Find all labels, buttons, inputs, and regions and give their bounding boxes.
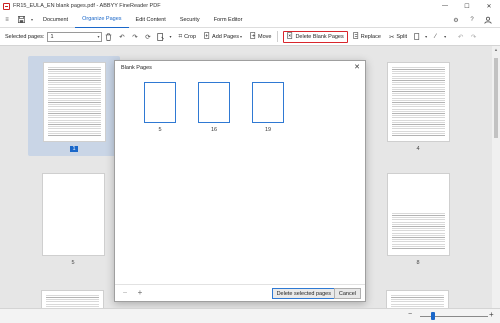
menu-icon[interactable]: ≡: [0, 14, 14, 26]
page-number: 8: [416, 260, 420, 266]
move-button[interactable]: Move: [247, 31, 274, 43]
chevron-down-icon[interactable]: ▾: [442, 31, 448, 43]
page-number: 5: [71, 260, 75, 266]
page-thumbnail-partial[interactable]: [41, 290, 104, 308]
tab-document[interactable]: Document: [36, 12, 75, 28]
blank-page-item[interactable]: 16: [198, 82, 230, 133]
blank-page-number: 5: [158, 127, 162, 133]
replace-page-icon: [353, 32, 359, 41]
split-label: Split: [396, 33, 408, 40]
page-thumbnail[interactable]: 4: [382, 62, 454, 152]
title-bar: FR15_EULA_EN blank pages.pdf - ABBYY Fin…: [0, 0, 500, 12]
blank-page-image: [144, 82, 176, 123]
selected-pages-value: 1: [50, 33, 54, 40]
delete-blank-pages-button[interactable]: Delete Blank Pages: [283, 30, 348, 43]
minimize-button[interactable]: —: [434, 0, 456, 12]
replace-label: Replace: [360, 33, 381, 40]
account-icon[interactable]: [482, 14, 494, 26]
crop-label: Crop: [184, 33, 197, 40]
scissors-icon: ✂: [388, 33, 395, 41]
delete-trash-icon[interactable]: [102, 31, 115, 43]
maximize-button[interactable]: ☐: [456, 0, 478, 12]
scrollbar-thumb[interactable]: [494, 58, 498, 138]
save-icon[interactable]: [14, 14, 28, 26]
dialog-footer: − + Delete selected pages Cancel: [115, 284, 365, 301]
page-image: [41, 173, 105, 256]
vertical-scrollbar[interactable]: ▲: [492, 46, 500, 308]
window-title: FR15_EULA_EN blank pages.pdf - ABBYY Fin…: [13, 3, 161, 9]
rotate-left-icon[interactable]: ↶: [115, 31, 128, 43]
zoom-out-button[interactable]: −: [120, 288, 130, 298]
page-image: [386, 62, 450, 142]
blank-page-image: [252, 82, 284, 123]
delete-selected-pages-button[interactable]: Delete selected pages: [271, 288, 336, 299]
toolbar-divider: [277, 31, 279, 42]
redo-icon[interactable]: ↷: [467, 31, 480, 43]
cancel-button[interactable]: Cancel: [333, 288, 361, 299]
selected-pages-label: Selected pages:: [5, 33, 45, 40]
zoom-in-icon[interactable]: +: [489, 310, 494, 319]
add-pages-label: Add Pages: [212, 33, 239, 40]
page-thumbnail[interactable]: 1: [28, 56, 120, 156]
replace-button[interactable]: Replace: [350, 31, 384, 43]
page-thumbnail[interactable]: 8: [382, 173, 454, 266]
blank-page-number: 16: [210, 127, 218, 133]
blank-pages-list: 5 16 19: [115, 74, 365, 288]
organize-toolbar: Selected pages: 1 ▾ ↶ ↷ ⟳ ▾ ⌗ Crop Add P…: [0, 28, 500, 46]
tab-edit-content[interactable]: Edit Content: [129, 12, 173, 28]
page-text-lines: [47, 67, 101, 137]
page-image: [42, 62, 106, 142]
tab-organize-pages[interactable]: Organize Pages: [75, 12, 129, 28]
sync-pages-icon[interactable]: ⟳: [141, 31, 154, 43]
move-page-icon: [250, 32, 256, 41]
page-text-lines: [391, 67, 445, 137]
page-thumbnail[interactable]: 5: [37, 173, 109, 266]
move-label: Move: [257, 33, 272, 40]
page-properties-icon[interactable]: [154, 31, 167, 43]
delete-blank-page-icon: [287, 32, 293, 41]
menu-bar: ≡ ▾ Document Organize Pages Edit Content…: [0, 12, 500, 28]
split-button[interactable]: ✂ Split: [386, 31, 410, 43]
page-options-icon[interactable]: [410, 31, 423, 43]
page-text-lines: [46, 295, 99, 308]
scroll-up-arrow-icon[interactable]: ▲: [492, 47, 500, 52]
blank-page-image: [198, 82, 230, 123]
page-text-lines: [391, 212, 445, 249]
magic-wand-icon[interactable]: ⁄: [429, 31, 442, 43]
add-page-icon: [204, 32, 210, 41]
page-image: [386, 173, 450, 256]
app-logo-icon: [3, 2, 10, 10]
crop-button[interactable]: ⌗ Crop: [175, 31, 199, 43]
blank-pages-dialog: Blank Pages ✕ 5 16 19 − + Delete selecte…: [114, 60, 366, 302]
blank-page-item[interactable]: 5: [144, 82, 176, 133]
page-thumbnail-partial[interactable]: [386, 290, 449, 308]
add-pages-button[interactable]: Add Pages ▾: [201, 31, 245, 43]
selected-pages-input[interactable]: 1 ▾: [47, 31, 103, 42]
crop-icon: ⌗: [178, 32, 183, 40]
page-number: 1: [70, 146, 78, 152]
blank-page-item[interactable]: 19: [252, 82, 284, 133]
zoom-in-button[interactable]: +: [135, 288, 145, 298]
dialog-close-icon[interactable]: ✕: [354, 63, 360, 71]
close-window-button[interactable]: ✕: [478, 0, 500, 12]
status-bar: − +: [0, 308, 500, 323]
tab-security[interactable]: Security: [173, 12, 207, 28]
page-text-lines: [391, 295, 444, 308]
chevron-down-icon[interactable]: ▾: [28, 14, 36, 26]
rotate-right-icon[interactable]: ↷: [128, 31, 141, 43]
chevron-down-icon: ▾: [239, 34, 242, 39]
window-controls: — ☐ ✕: [434, 0, 500, 12]
chevron-down-icon[interactable]: ▾: [97, 33, 99, 41]
undo-icon[interactable]: ↶: [454, 31, 467, 43]
blank-page-number: 19: [264, 127, 272, 133]
zoom-slider-handle[interactable]: [431, 312, 435, 320]
settings-gear-icon[interactable]: ⚙: [450, 14, 462, 26]
delete-blank-pages-label: Delete Blank Pages: [295, 33, 344, 40]
chevron-down-icon[interactable]: ▾: [167, 31, 173, 43]
page-number: 4: [416, 146, 420, 152]
tab-form-editor[interactable]: Form Editor: [207, 12, 250, 28]
dialog-title: Blank Pages: [121, 65, 152, 71]
help-icon[interactable]: ?: [466, 14, 478, 26]
zoom-out-icon[interactable]: −: [408, 311, 412, 318]
